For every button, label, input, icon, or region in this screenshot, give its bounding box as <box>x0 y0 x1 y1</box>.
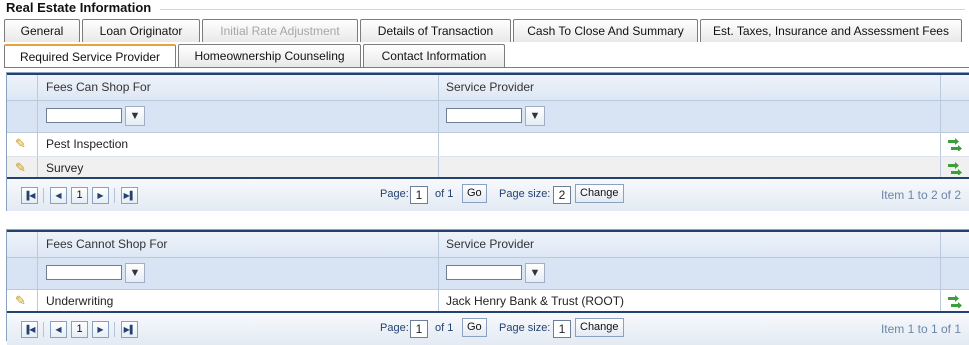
tab-required-service-provider[interactable]: Required Service Provider <box>4 44 176 68</box>
page-label: Page: <box>380 188 409 200</box>
fee-name: Underwriting <box>46 294 114 308</box>
grid-pager: ▐◀ ◀ 1 ▶ ▶▌ Page: 1 of 1 Go Page size: 2… <box>7 177 969 211</box>
first-page-icon[interactable]: ▐◀ <box>21 321 38 338</box>
tab-est-taxes[interactable]: Est. Taxes, Insurance and Assessment Fee… <box>700 19 962 42</box>
pencil-icon[interactable]: ✎ <box>15 136 26 152</box>
green-arrow-icon[interactable] <box>947 294 963 308</box>
col-service-provider-header[interactable]: Service Provider <box>446 75 534 100</box>
filter-row: ▼ ▼ <box>7 258 969 290</box>
change-button[interactable]: Change <box>575 184 624 203</box>
page-size-input[interactable]: 2 <box>553 186 571 204</box>
tab-details-of-transaction[interactable]: Details of Transaction <box>360 19 511 42</box>
page-size-label: Page size: <box>499 188 551 200</box>
go-button[interactable]: Go <box>462 184 487 203</box>
go-button[interactable]: Go <box>462 318 487 337</box>
item-count: Item 1 to 1 of 1 <box>880 322 961 336</box>
next-page-icon[interactable]: ▶ <box>92 187 109 204</box>
page-input[interactable]: 1 <box>410 320 428 338</box>
pencil-icon[interactable]: ✎ <box>15 293 26 309</box>
filter-icon[interactable]: ▼ <box>125 263 145 283</box>
service-provider: Jack Henry Bank & Trust (ROOT) <box>446 294 625 308</box>
table-row: ✎ Pest Inspection <box>7 133 969 157</box>
page-input[interactable]: 1 <box>410 186 428 204</box>
filter-icon[interactable]: ▼ <box>525 106 545 126</box>
prev-page-icon[interactable]: ◀ <box>50 187 67 204</box>
last-page-icon[interactable]: ▶▌ <box>121 187 138 204</box>
tab-homeownership-counseling[interactable]: Homeownership Counseling <box>178 44 361 67</box>
filter-provider-input[interactable] <box>446 108 522 123</box>
col-fees-can-shop-header[interactable]: Fees Can Shop For <box>46 75 151 100</box>
item-count: Item 1 to 2 of 2 <box>880 188 961 202</box>
title-divider <box>160 9 965 10</box>
filter-row: ▼ ▼ <box>7 101 969 133</box>
prev-page-icon[interactable]: ◀ <box>50 321 67 338</box>
change-button[interactable]: Change <box>575 318 624 337</box>
green-arrow-icon[interactable] <box>947 161 963 175</box>
fees-can-shop-grid: Fees Can Shop For Service Provider ▼ ▼ ✎… <box>6 72 969 211</box>
pencil-icon[interactable]: ✎ <box>15 160 26 176</box>
filter-icon[interactable]: ▼ <box>525 263 545 283</box>
tab-row-secondary: Required Service Provider Homeownership … <box>4 44 505 68</box>
tab-general[interactable]: General <box>4 19 80 42</box>
tab-loan-originator[interactable]: Loan Originator <box>82 19 200 42</box>
col-fees-cannot-shop-header[interactable]: Fees Cannot Shop For <box>46 232 167 257</box>
fee-name: Pest Inspection <box>46 137 129 151</box>
filter-fee-input[interactable] <box>46 265 122 280</box>
page-number-button[interactable]: 1 <box>71 187 88 204</box>
tab-baseline <box>4 67 969 68</box>
tab-contact-information[interactable]: Contact Information <box>363 44 505 67</box>
grid-header: Fees Can Shop For Service Provider <box>7 73 969 101</box>
grid-header: Fees Cannot Shop For Service Provider <box>7 230 969 258</box>
filter-provider-input[interactable] <box>446 265 522 280</box>
grid-pager: ▐◀ ◀ 1 ▶ ▶▌ Page: 1 of 1 Go Page size: 1… <box>7 311 969 345</box>
page-of-label: of 1 <box>435 188 454 200</box>
tab-cash-to-close[interactable]: Cash To Close And Summary <box>513 19 698 42</box>
fees-cannot-shop-grid: Fees Cannot Shop For Service Provider ▼ … <box>6 229 969 345</box>
page-label: Page: <box>380 322 409 334</box>
green-arrow-icon[interactable] <box>947 137 963 151</box>
next-page-icon[interactable]: ▶ <box>92 321 109 338</box>
page-number-button[interactable]: 1 <box>71 321 88 338</box>
page-of-label: of 1 <box>435 322 454 334</box>
page-title: Real Estate Information <box>6 0 152 15</box>
filter-icon[interactable]: ▼ <box>125 106 145 126</box>
tab-row-primary: General Loan Originator Initial Rate Adj… <box>4 19 962 42</box>
tab-initial-rate-adjustment: Initial Rate Adjustment <box>202 19 358 42</box>
page-size-input[interactable]: 1 <box>553 320 571 338</box>
filter-fee-input[interactable] <box>46 108 122 123</box>
first-page-icon[interactable]: ▐◀ <box>21 187 38 204</box>
last-page-icon[interactable]: ▶▌ <box>121 321 138 338</box>
col-service-provider-header[interactable]: Service Provider <box>446 232 534 257</box>
page-size-label: Page size: <box>499 322 551 334</box>
